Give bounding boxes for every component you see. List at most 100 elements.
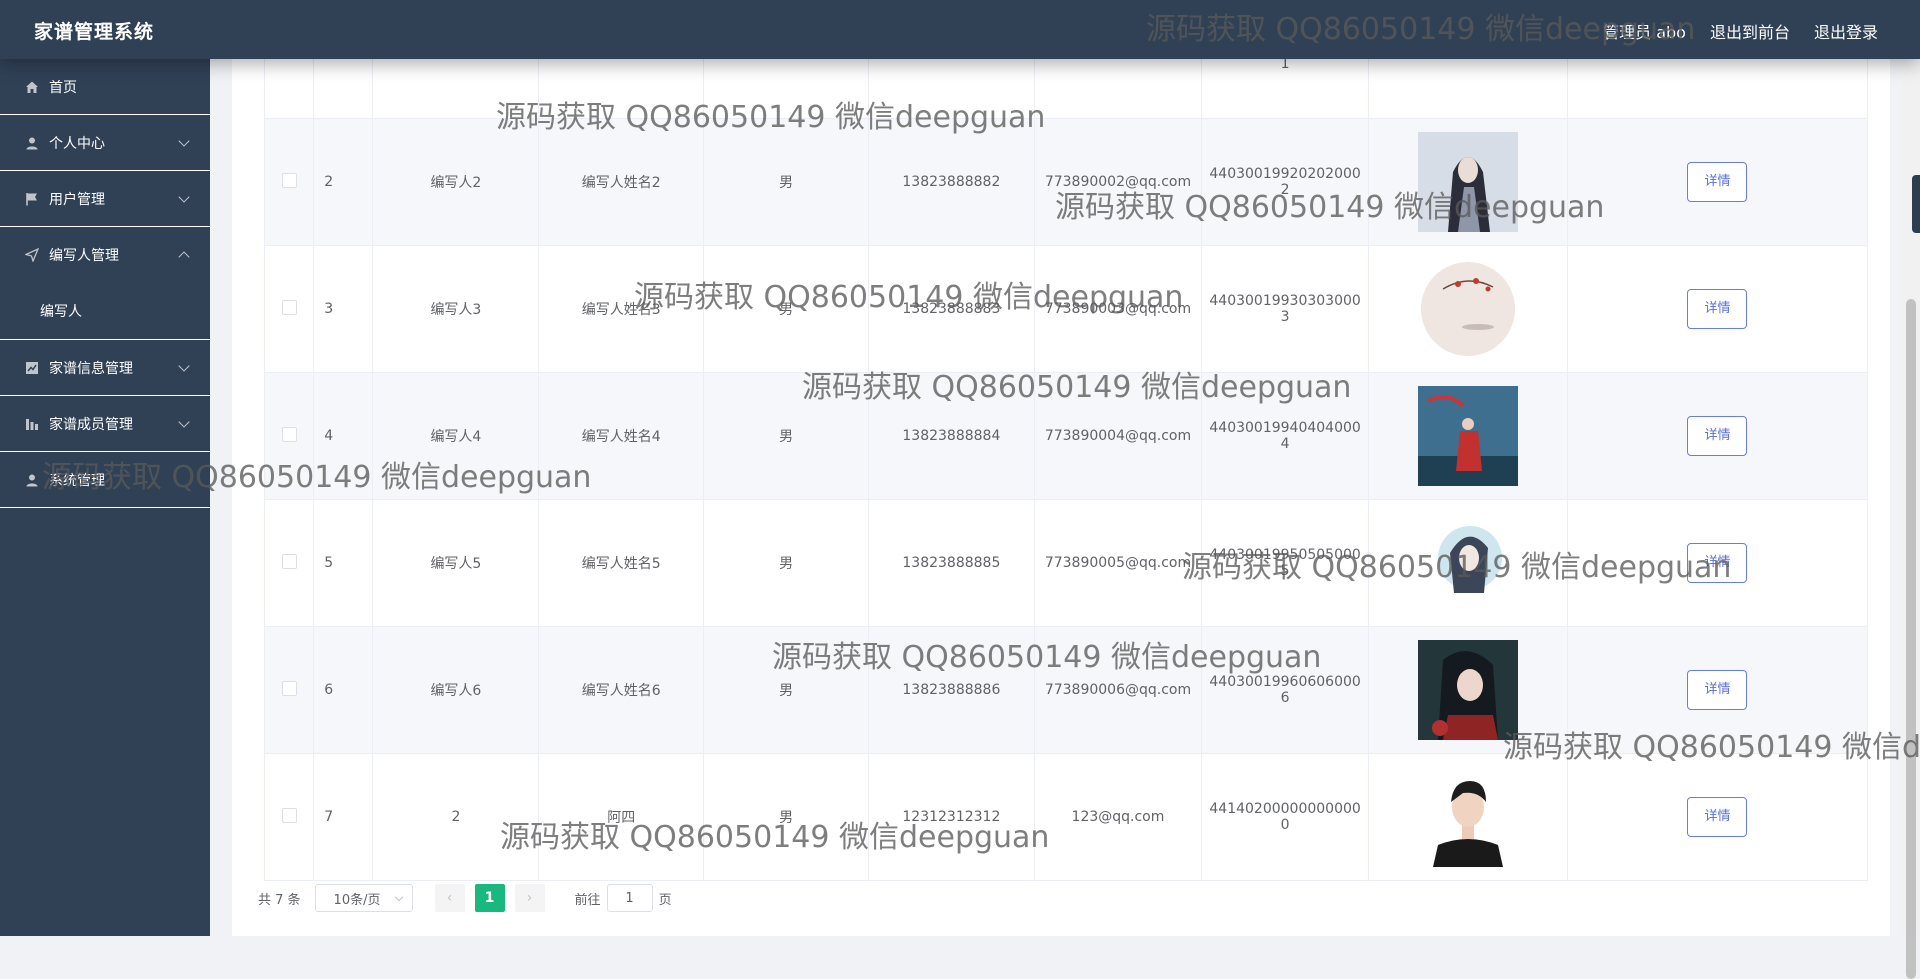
idcard-line2: 0 — [1280, 817, 1290, 833]
bars-icon — [24, 416, 40, 432]
table-row: 4 编写人4 编写人姓名4 男 13823888884 773890004@qq… — [263, 372, 1869, 500]
total-count: 共 7 条 — [258, 892, 301, 908]
avatar-image — [1417, 513, 1518, 613]
home-icon — [24, 79, 40, 95]
account-cell: 2 — [372, 753, 540, 881]
table-row: 3 编写人3 编写人姓名3 男 13823888883 773890003@qq… — [263, 245, 1869, 373]
chevron-down-icon — [178, 135, 190, 147]
prev-page-button[interactable]: ‹ — [434, 884, 465, 912]
sidebar-item-label: 个人中心 — [49, 135, 105, 152]
detail-button[interactable]: 详情 — [1687, 670, 1748, 710]
row-checkbox[interactable] — [281, 807, 297, 823]
gender-cell: 男 — [703, 753, 870, 881]
user-icon — [24, 472, 40, 488]
pagination: 共 7 条 10条/页 ‹ 1 › 前往 1 页 — [258, 883, 672, 913]
table-row: 7 2 阿四 男 12312312312 123@qq.com 44140200… — [263, 753, 1869, 881]
idcard-line1: 44030019960606000 — [1209, 674, 1361, 690]
gender-cell: 男 — [703, 626, 870, 754]
phone-cell: 13823888882 — [868, 118, 1035, 246]
idcard-line2: 5 — [1280, 563, 1290, 579]
sidebar: 首页 个人中心 用户管理 编写人管理 编写人 家谱信息管理 家谱成员管理 系统管… — [0, 59, 210, 936]
idcard-cell: 44140200000000000 0 — [1201, 753, 1369, 881]
frontend-link[interactable]: 退出到前台 — [1710, 19, 1790, 43]
name-cell: 编写人姓名2 — [538, 118, 705, 246]
idcard-line2: 3 — [1280, 309, 1290, 325]
side-widget[interactable] — [1912, 175, 1920, 233]
idcard-line1: 44030019950505000 — [1209, 547, 1361, 563]
chevron-up-icon — [178, 251, 190, 263]
idcard-line1: 44030019940404000 — [1209, 420, 1361, 436]
phone-cell: 13823888885 — [868, 499, 1035, 627]
account-cell: 编写人3 — [372, 245, 540, 373]
send-icon — [24, 247, 40, 263]
top-nav: 管理员 abo 退出到前台 退出登录 — [1603, 19, 1878, 43]
detail-button[interactable]: 详情 — [1687, 162, 1748, 202]
chevron-down-icon — [178, 191, 190, 203]
name-cell: 编写人姓名3 — [538, 245, 705, 373]
sidebar-item-writer-mgmt[interactable]: 编写人管理 — [0, 227, 210, 283]
row-checkbox[interactable] — [281, 426, 297, 442]
phone-cell: 13823888886 — [868, 626, 1035, 754]
chevron-down-icon — [394, 892, 403, 902]
avatar-image — [1417, 132, 1518, 232]
detail-button[interactable]: 详情 — [1687, 289, 1748, 329]
phone-cell: 13823888884 — [868, 372, 1035, 500]
detail-button[interactable]: 详情 — [1687, 416, 1748, 456]
detail-button[interactable]: 详情 — [1687, 543, 1748, 583]
detail-button[interactable]: 详情 — [1687, 797, 1748, 837]
email-cell: 773890003@qq.com — [1033, 245, 1203, 373]
chevron-down-icon — [178, 416, 190, 428]
sidebar-item-home[interactable]: 首页 — [0, 59, 210, 115]
sidebar-item-profile[interactable]: 个人中心 — [0, 115, 210, 171]
idcard-line1: 44030019920202000 — [1209, 166, 1361, 182]
sidebar-item-label: 系统管理 — [49, 472, 105, 489]
idcard-line1: 44030019930303000 — [1209, 293, 1361, 309]
sidebar-item-writer[interactable]: 编写人 — [0, 283, 210, 340]
goto-label: 前往 — [574, 892, 601, 908]
sidebar-item-genealogy[interactable]: 家谱信息管理 — [0, 340, 210, 396]
user-icon — [24, 135, 40, 151]
email-cell: 773890006@qq.com — [1033, 626, 1203, 754]
avatar-image — [1420, 262, 1515, 356]
sidebar-item-system[interactable]: 系统管理 — [0, 452, 210, 508]
next-page-button[interactable]: › — [514, 884, 545, 912]
account-cell: 编写人4 — [372, 372, 540, 500]
idcard-line2: 4 — [1280, 436, 1290, 452]
account-cell: 编写人2 — [372, 118, 540, 246]
avatar-image — [1417, 767, 1518, 867]
admin-label: 管理员 abo — [1603, 23, 1686, 42]
gender-cell: 男 — [703, 499, 870, 627]
table-row: 2 编写人2 编写人姓名2 男 13823888882 773890002@qq… — [263, 118, 1869, 246]
idcard-line1: 44140200000000000 — [1209, 801, 1361, 817]
gender-cell: 男 — [703, 245, 870, 373]
writer-table: 1 2 编写人2 编写人姓名2 男 13823888882 773890002@… — [263, 3, 1869, 881]
sidebar-item-users[interactable]: 用户管理 — [0, 171, 210, 227]
email-cell: 123@qq.com — [1033, 753, 1203, 881]
goto-page-input[interactable]: 1 — [606, 884, 653, 912]
name-cell: 编写人姓名6 — [538, 626, 705, 754]
page-number-button[interactable]: 1 — [474, 884, 505, 912]
idcard-cell: 44030019940404000 4 — [1201, 372, 1369, 500]
account-cell: 编写人6 — [372, 626, 540, 754]
gender-cell: 男 — [703, 372, 870, 500]
email-cell: 773890004@qq.com — [1033, 372, 1203, 500]
sidebar-item-label: 家谱信息管理 — [49, 360, 133, 377]
row-checkbox[interactable] — [281, 680, 297, 696]
gender-cell: 男 — [703, 118, 870, 246]
idcard-cell: 44030019960606000 6 — [1201, 626, 1369, 754]
chevron-down-icon — [178, 360, 190, 372]
idcard-cell: 44030019950505000 5 — [1201, 499, 1369, 627]
row-checkbox[interactable] — [281, 553, 297, 569]
sidebar-item-members[interactable]: 家谱成员管理 — [0, 396, 210, 452]
scrollbar-thumb[interactable] — [1906, 299, 1916, 979]
idcard-line2: 6 — [1280, 690, 1290, 706]
sidebar-item-label: 首页 — [49, 79, 77, 96]
page-size-select[interactable]: 10条/页 — [314, 884, 413, 912]
chart-icon — [24, 360, 40, 376]
row-checkbox[interactable] — [281, 172, 297, 188]
email-cell: 773890005@qq.com — [1033, 499, 1203, 627]
idcard-cell: 44030019920202000 2 — [1201, 118, 1369, 246]
row-checkbox[interactable] — [281, 299, 297, 315]
logout-link[interactable]: 退出登录 — [1814, 19, 1878, 43]
idcard-cell: 44030019930303000 3 — [1201, 245, 1369, 373]
